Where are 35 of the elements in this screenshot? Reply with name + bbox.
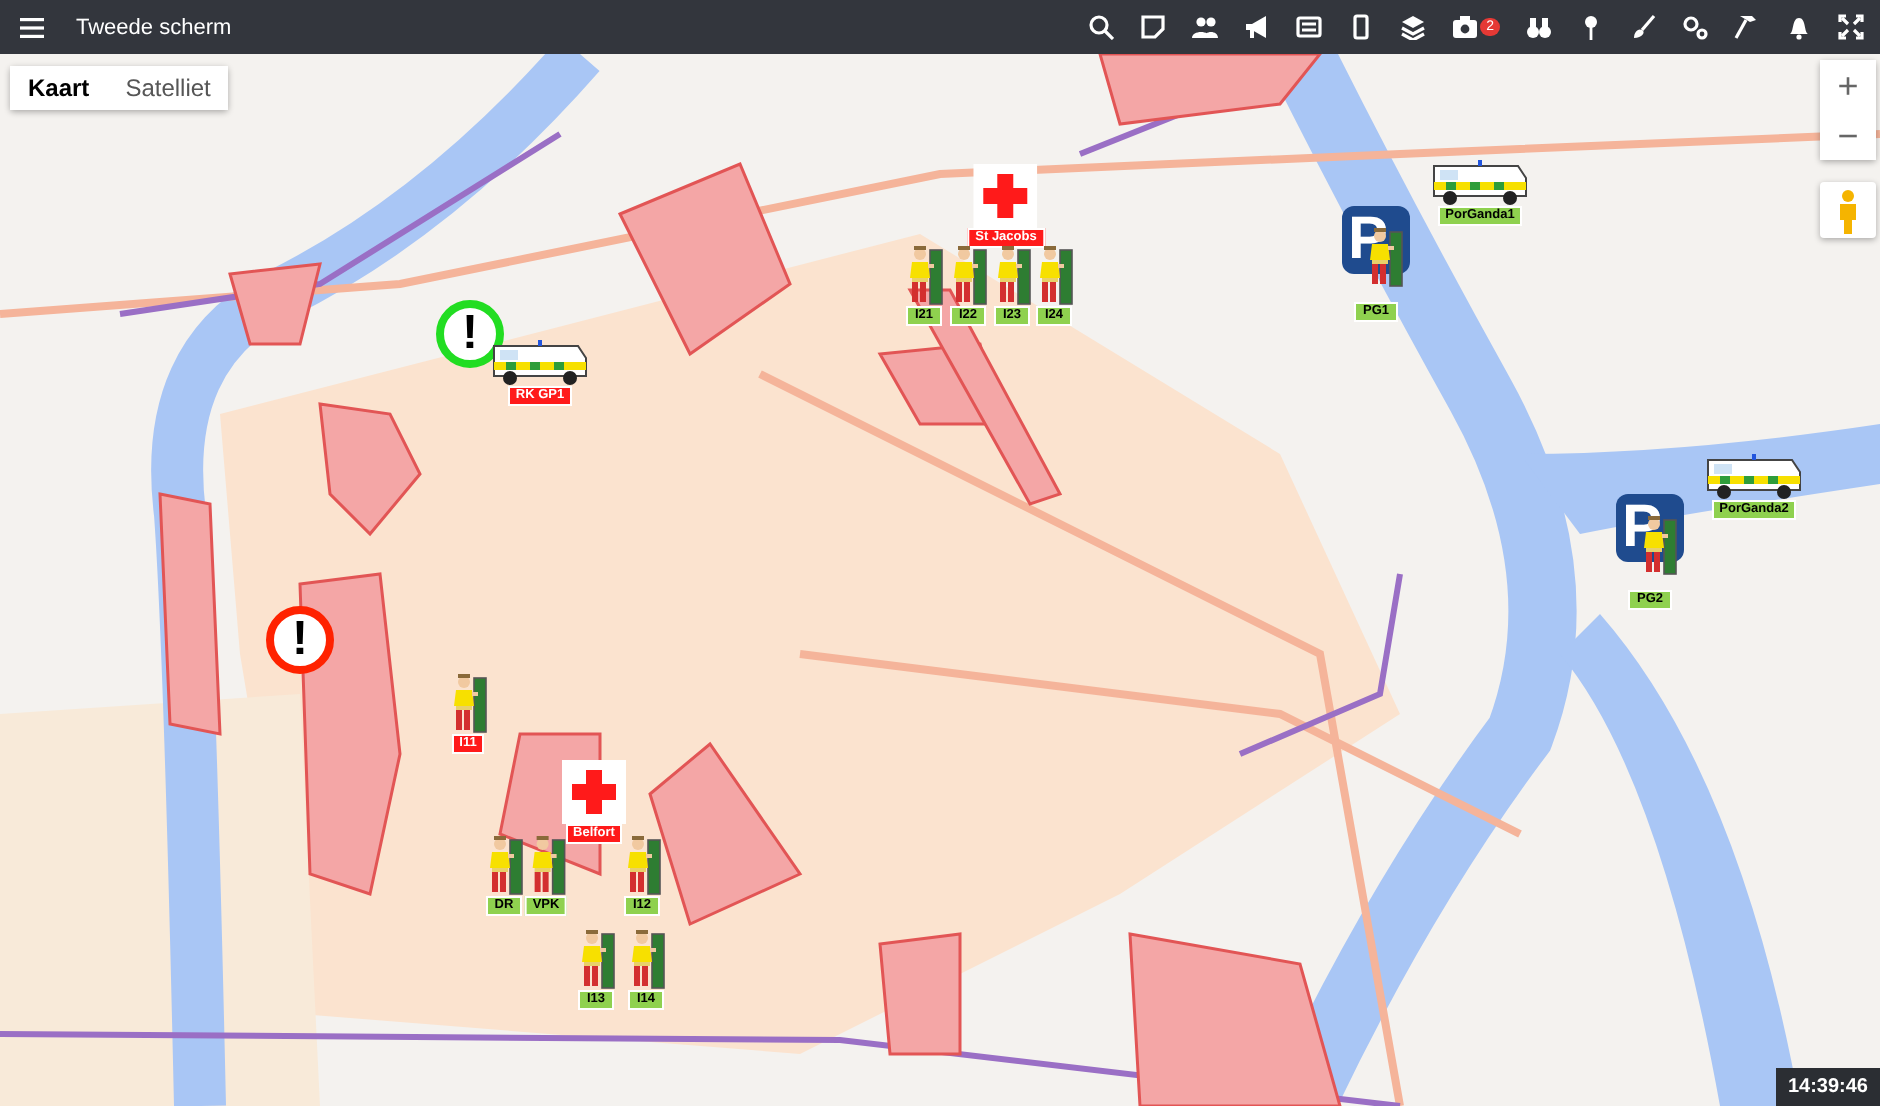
zoom-out-button[interactable]: − xyxy=(1820,110,1876,160)
guard-figure-icon xyxy=(904,244,944,306)
newspaper-icon[interactable] xyxy=(1296,14,1323,40)
binoculars-icon[interactable] xyxy=(1526,14,1552,40)
window-title: Tweede scherm xyxy=(76,15,234,39)
first-aid-cross-icon xyxy=(562,760,626,824)
guard-figure-icon xyxy=(1034,244,1074,306)
gears-icon[interactable] xyxy=(1682,14,1708,40)
first-aid-cross-icon xyxy=(974,164,1038,228)
guard-figure-icon xyxy=(576,928,616,990)
map-type-tab[interactable]: Kaart xyxy=(10,66,108,110)
guard-figure-icon xyxy=(622,834,662,896)
guard-figure-icon xyxy=(626,928,666,990)
map-type-tab[interactable]: Satelliet xyxy=(107,66,229,110)
camera-icon[interactable] xyxy=(1452,14,1479,40)
guard-figure-icon xyxy=(448,672,488,734)
ambulance-van-icon xyxy=(1430,156,1530,206)
phone-icon[interactable] xyxy=(1348,14,1375,40)
bell-icon[interactable] xyxy=(1786,14,1812,40)
search-icon[interactable] xyxy=(1088,14,1115,40)
ambulance-van-icon xyxy=(490,336,590,386)
fullscreen-icon[interactable] xyxy=(1838,14,1864,40)
zoom-in-button[interactable]: + xyxy=(1820,60,1876,110)
layers-icon[interactable] xyxy=(1400,14,1427,40)
megaphone-icon[interactable] xyxy=(1244,14,1271,40)
clock-time: 14:39:46 xyxy=(1775,1068,1880,1106)
brush-icon[interactable] xyxy=(1630,14,1656,40)
ambulance-van-icon xyxy=(1704,450,1804,500)
hammer-icon[interactable] xyxy=(1734,14,1760,40)
note-icon[interactable] xyxy=(1140,14,1167,40)
menu-icon[interactable] xyxy=(20,17,44,37)
guard-figure-icon xyxy=(484,834,524,896)
guard-figure-icon xyxy=(948,244,988,306)
people-icon[interactable] xyxy=(1192,14,1219,40)
guard-figure-icon xyxy=(992,244,1032,306)
